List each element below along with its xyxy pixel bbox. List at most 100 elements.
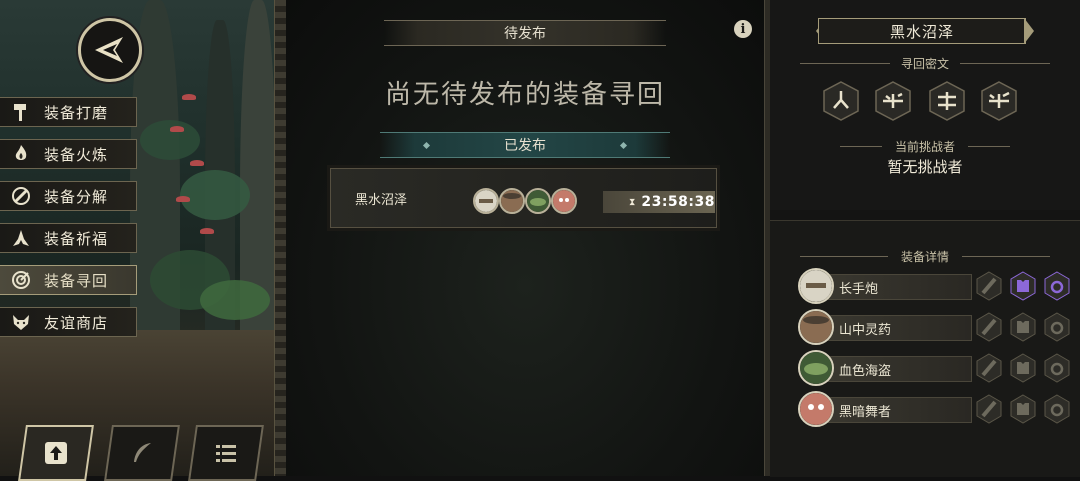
equipment-row[interactable]: 山中灵药 (798, 309, 1070, 345)
dancer-avatar (798, 391, 834, 427)
back-arrow-icon (95, 37, 123, 63)
equip-header: 装备详情 (770, 245, 1080, 267)
pending-empty-message: 尚无待发布的装备寻回 (384, 80, 665, 110)
equipment-name-bar: 黑暗舞者 (820, 397, 972, 423)
divider-line (800, 256, 888, 257)
published-header-label: 已发布 (504, 138, 546, 154)
equipment-name-bar: 血色海盗 (820, 356, 972, 382)
armor-slot[interactable] (1010, 312, 1036, 342)
menu-item-label: 装备打磨 (44, 103, 109, 122)
divider-line (962, 256, 1050, 257)
pirate-avatar (525, 188, 551, 214)
divider-line (960, 63, 1050, 64)
gun-slot[interactable] (976, 271, 1002, 301)
disassemble-icon (10, 185, 32, 207)
feather-icon (134, 443, 151, 462)
equipment-name: 长手炮 (839, 282, 879, 297)
menu-item-label: 装备寻回 (44, 271, 109, 290)
equipment-name: 黑暗舞者 (839, 405, 892, 420)
location-title: 黑水沼泽 (818, 18, 1026, 44)
target-icon (10, 269, 32, 291)
pray-icon (10, 227, 32, 249)
equipment-name-bar: 山中灵药 (820, 315, 972, 341)
hourglass-icon (629, 198, 635, 206)
gun-slot[interactable] (976, 312, 1002, 342)
fox-icon (10, 311, 32, 333)
gun-slot[interactable] (976, 353, 1002, 383)
menu-item-friendship-shop[interactable]: 友谊商店 (0, 307, 137, 337)
hexagon-icon (929, 81, 965, 121)
gun-slot-icon (976, 394, 1002, 424)
chevron-right-icon (1024, 18, 1034, 44)
ring-slot[interactable] (1044, 353, 1070, 383)
armor-slot-icon (1010, 271, 1036, 301)
armor-slot[interactable] (1010, 271, 1036, 301)
dancer-avatar (551, 188, 577, 214)
armor-slot[interactable] (1010, 394, 1036, 424)
hexagon-icon (875, 81, 911, 121)
pending-header: 待发布 (384, 20, 666, 46)
ring-slot-icon (1044, 271, 1070, 301)
menu-item-bless[interactable]: 装备祈福 (0, 223, 137, 253)
ring-slot[interactable] (1044, 394, 1070, 424)
herbalist-avatar (798, 309, 834, 345)
timer-value: 23:58:38 (641, 194, 715, 210)
armor-slot-icon (1010, 312, 1036, 342)
info-icon[interactable]: i (734, 20, 752, 38)
published-entry[interactable]: 黑水沼泽 23:58:38 (330, 168, 717, 228)
armor-slot[interactable] (1010, 353, 1036, 383)
challenger-label: 当前挑战者 (894, 140, 955, 154)
menu-item-retrieve[interactable]: 装备寻回 (0, 265, 137, 295)
menu-item-label: 装备分解 (44, 187, 109, 206)
ring-slot-icon (1044, 312, 1070, 342)
entry-location-name: 黑水沼泽 (355, 193, 408, 208)
code-header-label: 寻回密文 (900, 56, 949, 71)
back-button[interactable] (78, 18, 142, 82)
code-header: 寻回密文 (770, 52, 1080, 74)
gunner-avatar (473, 188, 499, 214)
feather-tab-button[interactable] (104, 425, 180, 481)
menu-item-polish[interactable]: 装备打磨 (0, 97, 137, 127)
herbalist-avatar (499, 188, 525, 214)
divider-line (800, 63, 890, 64)
hammer-icon (10, 101, 32, 123)
diamond-icon (422, 141, 431, 149)
pending-header-label: 待发布 (504, 26, 546, 42)
menu-item-disassemble[interactable]: 装备分解 (0, 181, 137, 211)
gun-slot-icon (976, 353, 1002, 383)
published-header: 已发布 (380, 132, 670, 158)
glyph-1[interactable] (820, 80, 862, 122)
upload-icon (45, 442, 67, 464)
hexagon-icon (981, 81, 1017, 121)
equipment-name-bar: 长手炮 (820, 274, 972, 300)
gun-slot[interactable] (976, 394, 1002, 424)
retrieval-board: 待发布 尚无待发布的装备寻回 已发布 黑水沼泽 23:58:38 i (286, 0, 764, 476)
armor-slot-icon (1010, 394, 1036, 424)
list-icon (216, 445, 236, 462)
list-tab-button[interactable] (188, 425, 264, 481)
detail-panel: 黑水沼泽 寻回密文 当前挑战者 暂无挑战者 装备详情 长手炮 山中灵药 血色海盗… (770, 0, 1080, 477)
equipment-row[interactable]: 黑暗舞者 (798, 391, 1070, 427)
diamond-icon (619, 141, 628, 149)
ring-slot[interactable] (1044, 312, 1070, 342)
pirate-avatar (798, 350, 834, 386)
ring-slot-icon (1044, 353, 1070, 383)
menu-item-forge[interactable]: 装备火炼 (0, 139, 137, 169)
equipment-details: 装备详情 长手炮 山中灵药 血色海盗 黑暗舞者 (770, 220, 1080, 477)
equipment-name: 山中灵药 (839, 323, 892, 338)
challenger-value: 暂无挑战者 (887, 158, 963, 176)
ring-slot-icon (1044, 394, 1070, 424)
equipment-row[interactable]: 长手炮 (798, 268, 1070, 304)
hexagon-icon (823, 81, 859, 121)
menu-item-label: 友谊商店 (44, 313, 109, 332)
equipment-row[interactable]: 血色海盗 (798, 350, 1070, 386)
equipment-name: 血色海盗 (839, 364, 892, 379)
upload-tab-button[interactable] (18, 425, 94, 481)
glyph-3[interactable] (926, 80, 968, 122)
glyph-2[interactable] (872, 80, 914, 122)
code-section: 黑水沼泽 寻回密文 当前挑战者 暂无挑战者 (770, 0, 1080, 210)
ring-slot[interactable] (1044, 271, 1070, 301)
gunner-avatar (798, 268, 834, 304)
glyph-4[interactable] (978, 80, 1020, 122)
gun-slot-icon (976, 312, 1002, 342)
